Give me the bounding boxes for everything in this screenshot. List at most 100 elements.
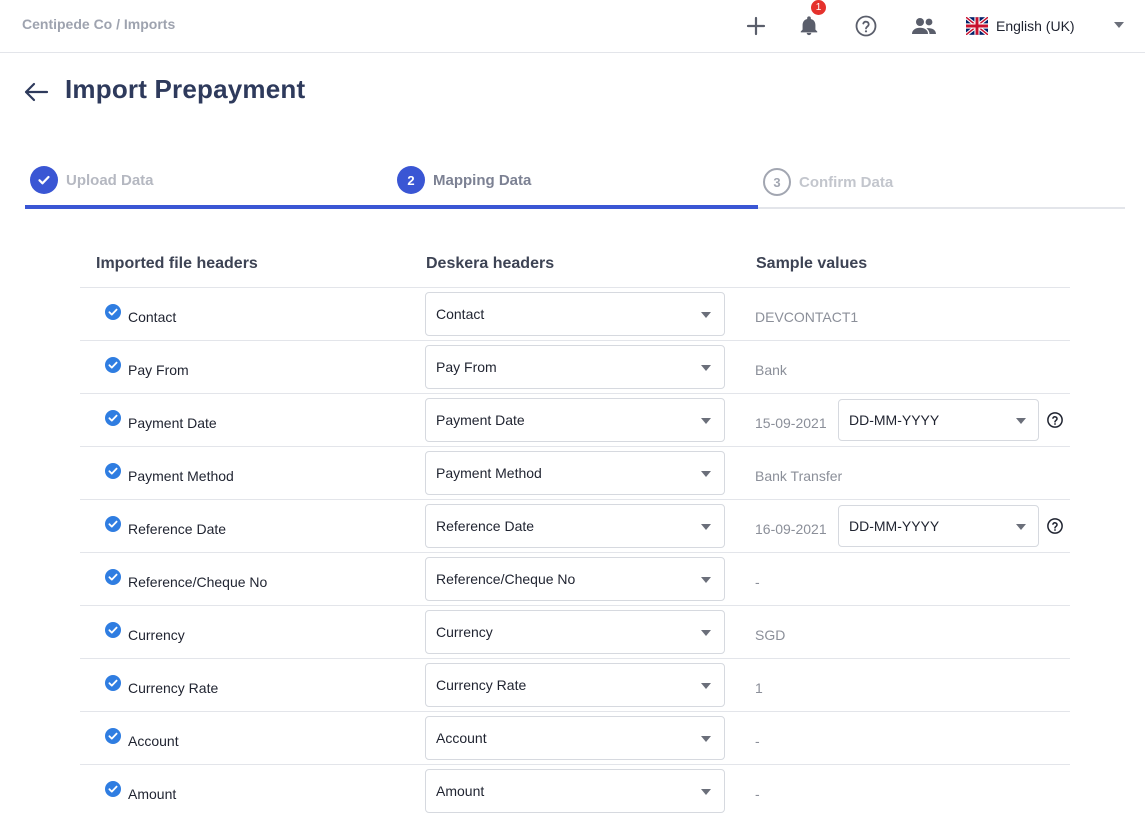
language-selector[interactable]: English (UK) [966,12,1130,40]
table-row: Reference/Cheque No Reference/Cheque No - [80,553,1070,606]
imported-header-label: Reference/Cheque No [128,574,268,590]
sample-value: DEVCONTACT1 [755,309,859,325]
notifications-button[interactable]: 1 [793,0,826,42]
step-confirm-data[interactable]: 3 Confirm Data [763,168,893,196]
imported-header-label: Account [128,733,179,749]
deskera-header-value: Account [436,730,487,746]
mapped-check-icon [105,569,121,585]
imported-header-label: Currency [128,627,185,643]
sample-value: Bank Transfer [755,468,843,484]
deskera-header-select[interactable]: Currency [425,610,725,654]
back-arrow-icon[interactable] [22,78,50,106]
mapped-check-icon [105,463,121,479]
deskera-header-select[interactable]: Pay From [425,345,725,389]
plus-icon[interactable] [740,10,772,42]
date-format-select[interactable]: DD-MM-YYYY [838,505,1039,547]
page-title: Import Prepayment [65,74,306,104]
imported-header-label: Currency Rate [128,680,219,696]
step-number: 2 [397,166,425,194]
step-label: Upload Data [66,171,154,189]
step-done-circle [30,166,58,194]
table-row: Payment Method Payment Method Bank Transfe… [80,447,1070,500]
bell-icon [800,16,818,36]
mapped-check-icon [105,675,121,691]
deskera-header-value: Pay From [436,359,497,375]
help-circle-icon[interactable] [1046,517,1064,535]
help-circle-icon[interactable] [1046,411,1064,429]
mapped-check-icon [105,304,121,320]
chevron-down-icon [1114,22,1124,28]
table-row: Amount Amount - [80,765,1070,814]
deskera-header-value: Reference/Cheque No [436,571,576,587]
chevron-down-icon [701,577,711,583]
chevron-down-icon [701,630,711,636]
column-header-sample: Sample values [756,255,868,272]
deskera-header-value: Currency [436,624,493,640]
chevron-down-icon [701,683,711,689]
stepper-progress [25,205,758,209]
sample-value: - [755,574,760,590]
chevron-down-icon [701,418,711,424]
deskera-header-select[interactable]: Reference/Cheque No [425,557,725,601]
deskera-header-select[interactable]: Account [425,716,725,760]
date-format-value: DD-MM-YYYY [849,518,940,534]
deskera-header-select[interactable]: Amount [425,769,725,813]
step-upload-data[interactable]: Upload Data [30,166,154,194]
deskera-header-select[interactable]: Payment Method [425,451,725,495]
notification-badge: 1 [811,0,826,15]
sample-value: - [755,733,760,749]
imported-header-label: Contact [128,309,177,325]
table-row: Pay From Pay From Bank [80,341,1070,394]
deskera-header-value: Contact [436,306,485,322]
uk-flag-icon [966,17,988,35]
sample-value: 1 [755,680,763,696]
breadcrumb[interactable]: Centipede Co / Imports [22,16,175,32]
users-icon[interactable] [908,10,940,42]
mapped-check-icon [105,781,121,797]
step-number: 3 [763,168,791,196]
deskera-header-select[interactable]: Reference Date [425,504,725,548]
imported-header-label: Amount [128,786,177,802]
mapped-check-icon [105,622,121,638]
column-header-imported: Imported file headers [96,255,258,272]
table-row: Currency Rate Currency Rate 1 [80,659,1070,712]
deskera-header-value: Reference Date [436,518,535,534]
chevron-down-icon [701,471,711,477]
date-format-value: DD-MM-YYYY [849,412,940,428]
sample-value: Bank [755,362,787,378]
top-bar: Centipede Co / Imports 1 English (UK) [0,0,1145,53]
deskera-header-select[interactable]: Currency Rate [425,663,725,707]
language-label: English (UK) [996,18,1075,34]
table-row: Reference Date Reference Date 16-09-2021 DD… [80,500,1070,553]
step-label: Mapping Data [433,171,532,189]
sample-value: 15-09-2021 [755,415,827,431]
mapped-check-icon [105,410,121,426]
date-format-select[interactable]: DD-MM-YYYY [838,399,1039,441]
table-row: Account Account - [80,712,1070,765]
step-mapping-data[interactable]: 2 Mapping Data [397,166,531,194]
mapping-table: Imported file headers Deskera headers Sa… [80,240,1070,814]
imported-header-label: Pay From [128,362,189,378]
chevron-down-icon [701,312,711,318]
chevron-down-icon [1016,524,1026,530]
chevron-down-icon [1016,418,1026,424]
sample-value: - [755,786,760,802]
check-icon [38,175,50,185]
deskera-header-value: Amount [436,783,485,799]
table-row: Contact Contact DEVCONTACT1 [80,288,1070,341]
table-header: Imported file headers Deskera headers Sa… [80,240,1070,288]
chevron-down-icon [701,789,711,795]
help-circle-icon[interactable] [850,10,882,42]
deskera-header-select[interactable]: Contact [425,292,725,336]
chevron-down-icon [701,524,711,530]
imported-header-label: Payment Date [128,415,217,431]
sample-value: SGD [755,627,786,643]
mapped-check-icon [105,357,121,373]
table-body: Contact Contact DEVCONTACT1 Pay From Pay Fro… [80,288,1070,814]
column-header-deskera: Deskera headers [426,255,555,272]
step-label: Confirm Data [799,173,894,191]
chevron-down-icon [701,365,711,371]
sample-value: 16-09-2021 [755,521,827,537]
deskera-header-select[interactable]: Payment Date [425,398,725,442]
chevron-down-icon [701,736,711,742]
